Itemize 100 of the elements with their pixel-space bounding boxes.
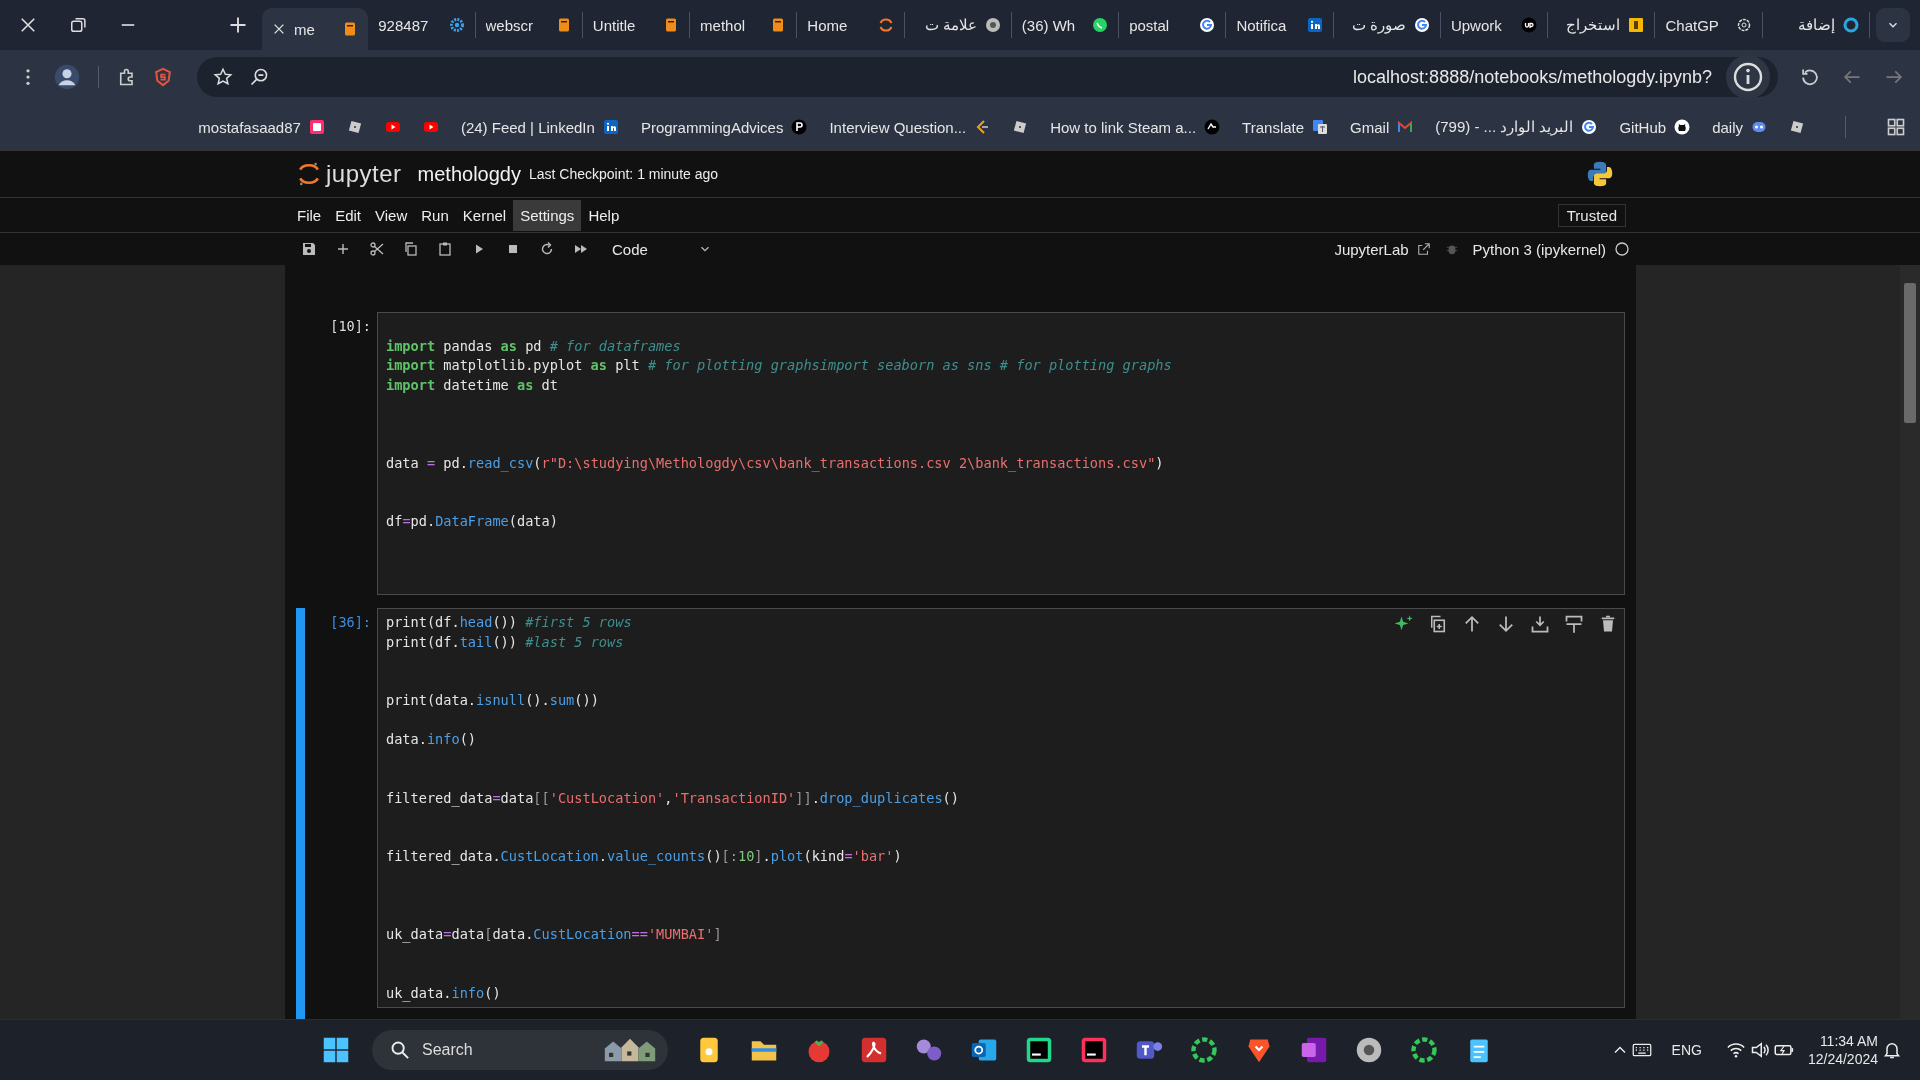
notification-bell-icon[interactable] — [1882, 1040, 1902, 1060]
new-tab-icon[interactable] — [228, 15, 248, 35]
browser-tab[interactable]: إضافة — [1762, 12, 1870, 38]
browser-tab[interactable]: Upwork — [1440, 12, 1549, 38]
code-line: print(data.isnull().sum()) — [386, 691, 599, 710]
g-logo-icon — [1581, 119, 1598, 135]
clock-time[interactable]: 11:34 AM — [1819, 1032, 1878, 1050]
apps-grid-icon[interactable] — [1886, 117, 1906, 137]
menu-item[interactable]: Settings — [513, 199, 582, 231]
browser-tab[interactable]: 928487 — [368, 12, 476, 38]
bookmark[interactable]: daily — [1712, 118, 1767, 136]
wifi-icon[interactable] — [1725, 1040, 1746, 1060]
menu-item[interactable]: File — [290, 199, 329, 231]
move-up-icon[interactable] — [1462, 614, 1482, 634]
bookmark[interactable]: Gmail — [1350, 118, 1414, 136]
search-field[interactable]: Search — [372, 1030, 668, 1070]
browser-tab[interactable]: Untitle — [582, 12, 691, 38]
browser-tab[interactable]: me — [262, 8, 369, 50]
notebook-icon[interactable] — [1300, 1036, 1328, 1064]
browser-tab[interactable]: استخراج — [1548, 12, 1656, 38]
save-icon[interactable] — [301, 241, 317, 257]
cat-logo-icon — [1674, 119, 1691, 135]
shield-icon[interactable] — [153, 67, 173, 87]
code-line: uk_data.info() — [386, 983, 501, 1003]
notebook-title[interactable]: methologdy — [417, 162, 521, 186]
move-down-icon[interactable] — [1496, 614, 1516, 634]
browser-tab[interactable]: webscr — [475, 12, 583, 38]
duplicate-icon[interactable] — [1428, 614, 1448, 634]
bookmark[interactable]: mostafasaad87 — [198, 118, 325, 136]
copy-icon[interactable] — [403, 241, 419, 257]
restart-icon[interactable] — [539, 241, 555, 257]
code-line: print(df.head()) #first 5 rows — [386, 613, 632, 632]
insert-below-icon[interactable] — [1564, 614, 1584, 634]
code-line: print(df.tail()) #last 5 rows — [386, 632, 624, 652]
browser-tab[interactable]: postal — [1119, 12, 1227, 38]
volume-icon[interactable] — [1749, 1040, 1770, 1060]
play-icon[interactable] — [422, 119, 439, 135]
browser-tab[interactable]: صورة ت — [1333, 12, 1441, 38]
robot-face-icon — [1751, 119, 1767, 135]
pdf-icon[interactable] — [860, 1036, 888, 1064]
browser-tab[interactable]: methol — [690, 12, 798, 38]
info-icon[interactable] — [1726, 55, 1770, 99]
jupyterlab-link[interactable]: JupyterLab — [1334, 240, 1431, 258]
menu-item[interactable]: View — [368, 199, 415, 231]
browser-tab[interactable]: ChatGP — [1655, 12, 1763, 38]
kernel-name[interactable]: Python 3 (ipykernel) — [1472, 240, 1606, 258]
spinner-icon — [877, 17, 894, 33]
bookmark[interactable]: البريد الوارد ... - (799) — [1435, 118, 1598, 136]
close-icon[interactable] — [18, 15, 38, 35]
round-logo-icon — [1204, 119, 1221, 135]
trusted-indicator[interactable]: Trusted — [1557, 203, 1626, 227]
code-line: filtered_data=data[['CustLocation','TransactionID']].drop_duplicates() — [386, 788, 959, 808]
p-logo-icon — [791, 119, 808, 135]
scrollbar[interactable] — [1900, 265, 1920, 1019]
bookmark[interactable]: How to link Steam a... — [1050, 118, 1221, 136]
start-icon[interactable] — [322, 1036, 350, 1064]
g-logo-icon — [1413, 17, 1430, 33]
square-logo-icon[interactable] — [1025, 1036, 1053, 1064]
reload-icon[interactable] — [1800, 67, 1820, 87]
profile-avatar[interactable] — [54, 64, 80, 90]
kernel-logo-icon — [1586, 160, 1614, 188]
clock-date[interactable]: 12/24/2024 — [1807, 1050, 1878, 1068]
play-icon[interactable] — [384, 119, 401, 135]
browser-tab[interactable]: Notifica — [1226, 12, 1334, 38]
browser-tab[interactable]: علامة ت — [904, 12, 1012, 38]
execution-count: [10]: — [329, 317, 372, 336]
close-tab-icon[interactable] — [272, 22, 286, 36]
ring-icon[interactable] — [1190, 1036, 1218, 1064]
browser-tab[interactable]: (36) Wh — [1011, 12, 1120, 38]
bookmark[interactable]: (24) Feed | LinkedIn — [460, 118, 619, 136]
menu-item[interactable]: Run — [414, 199, 456, 231]
menu-item[interactable]: Help — [581, 199, 627, 231]
language-indicator[interactable]: ENG — [1671, 1042, 1702, 1058]
square-logo-icon — [1628, 17, 1645, 33]
bookmark[interactable]: ProgrammingAdvices — [640, 118, 808, 136]
ring-icon[interactable] — [1410, 1036, 1438, 1064]
square-logo-icon[interactable] — [1080, 1036, 1108, 1064]
cut-icon[interactable] — [369, 241, 385, 257]
star-icon[interactable] — [213, 67, 233, 87]
paste-icon[interactable] — [437, 241, 453, 257]
menu-item[interactable]: Edit — [328, 199, 369, 231]
address-bar[interactable]: localhost:8888/notebooks/methologdy.ipynb? — [197, 57, 1778, 97]
zoom-icon[interactable] — [249, 67, 269, 87]
menu-item[interactable]: Kernel — [455, 199, 514, 231]
bookmark[interactable]: GitHub — [1619, 118, 1691, 136]
browser-tab[interactable]: Home — [797, 12, 905, 38]
bookmark[interactable]: Interview Question... — [829, 118, 991, 136]
insert-above-icon[interactable] — [1530, 614, 1550, 634]
houses-icon — [602, 1036, 658, 1064]
code-line: import matplotlib.pyplot as plt # for plotting graphsimport seaborn as sns # for plotting graphs — [386, 356, 1172, 375]
restore-icon[interactable] — [68, 15, 88, 35]
bracket-logo-icon — [974, 119, 991, 135]
round-logo-icon[interactable] — [1355, 1036, 1383, 1064]
cell-type-dropdown[interactable]: Code — [612, 240, 712, 258]
g-logo-icon — [1199, 17, 1216, 33]
add-icon[interactable] — [335, 241, 351, 257]
bookmark[interactable]: Translate — [1242, 118, 1329, 136]
external-link-icon — [1416, 242, 1431, 256]
checkpoint-text: Last Checkpoint: 1 minute ago — [528, 166, 719, 182]
code-line: uk_data=data[data.CustLocation=='MUMBAI'] — [386, 925, 722, 945]
